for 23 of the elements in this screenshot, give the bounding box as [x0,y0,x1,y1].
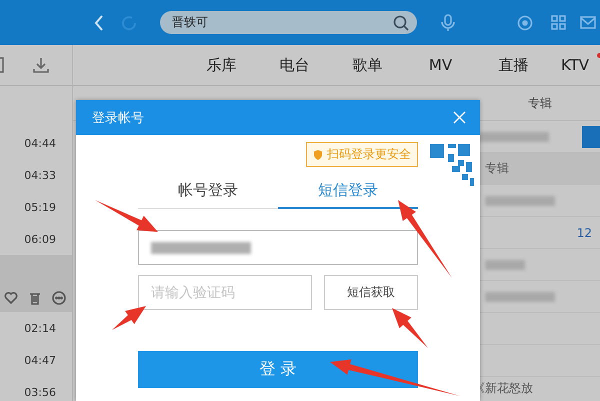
duration-text: 03:56 [24,386,56,398]
search-text: 晋轶可 [172,14,209,31]
nav-tab[interactable]: MV [404,56,477,74]
album-title: 《新花怒放 [473,380,533,396]
get-sms-code-button[interactable]: 短信获取 [324,275,418,310]
sub-tab[interactable]: 专辑 [528,94,552,112]
duration-text: 02:14 [24,322,56,334]
duration-text: 06:09 [24,232,56,246]
verification-code-field[interactable]: 请输入验证码 [138,275,312,310]
duration-text: 05:19 [24,200,56,214]
nav-tab[interactable]: 歌单 [331,56,404,74]
nav-tab[interactable]: 直播 [477,56,550,74]
nav-tab[interactable]: KTV [550,56,600,74]
dialog-title: 登录帐号 [92,110,144,126]
column-header: 专辑 [485,160,509,177]
duration-text: 04:44 [24,136,56,150]
nav-tab[interactable]: 电台 [258,56,331,74]
search-field[interactable]: 晋轶可 [160,11,417,34]
duration-text: 04:47 [24,354,56,366]
listener-count: 12 [576,226,592,240]
login-tab[interactable]: 帐号登录 [138,180,278,209]
nav-tab[interactable]: 乐库 [185,56,258,74]
duration-text: 04:33 [24,168,56,182]
